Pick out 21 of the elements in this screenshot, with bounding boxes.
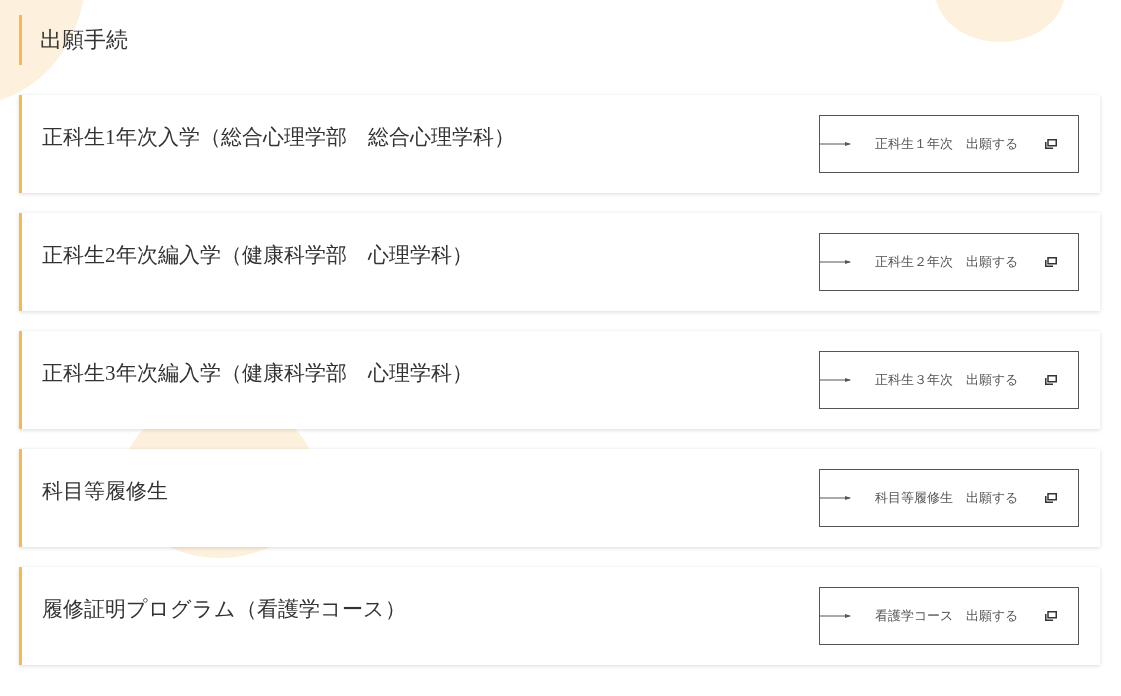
- apply-button[interactable]: 科目等履修生 出願する: [819, 469, 1079, 527]
- apply-button[interactable]: 正科生１年次 出願する: [819, 115, 1079, 173]
- external-window-icon: [1045, 139, 1057, 149]
- arrow-icon: [820, 377, 851, 383]
- external-window-icon: [1045, 257, 1057, 267]
- apply-button[interactable]: 正科生３年次 出願する: [819, 351, 1079, 409]
- arrow-icon: [820, 495, 851, 501]
- card-title: 正科生1年次入学（総合心理学部 総合心理学科）: [42, 124, 515, 151]
- apply-button[interactable]: 正科生２年次 出願する: [819, 233, 1079, 291]
- arrow-icon: [820, 613, 851, 619]
- card-title: 正科生3年次編入学（健康科学部 心理学科）: [42, 360, 473, 387]
- card-title: 科目等履修生: [42, 478, 168, 505]
- card-title: 履修証明プログラム（看護学コース）: [42, 596, 406, 623]
- card-title: 正科生2年次編入学（健康科学部 心理学科）: [42, 242, 473, 269]
- external-window-icon: [1045, 493, 1057, 503]
- external-window-icon: [1045, 375, 1057, 385]
- arrow-icon: [820, 259, 851, 265]
- external-window-icon: [1045, 611, 1057, 621]
- apply-button[interactable]: 看護学コース 出願する: [819, 587, 1079, 645]
- arrow-icon: [820, 141, 851, 147]
- section-heading: 出願手続: [19, 15, 1100, 65]
